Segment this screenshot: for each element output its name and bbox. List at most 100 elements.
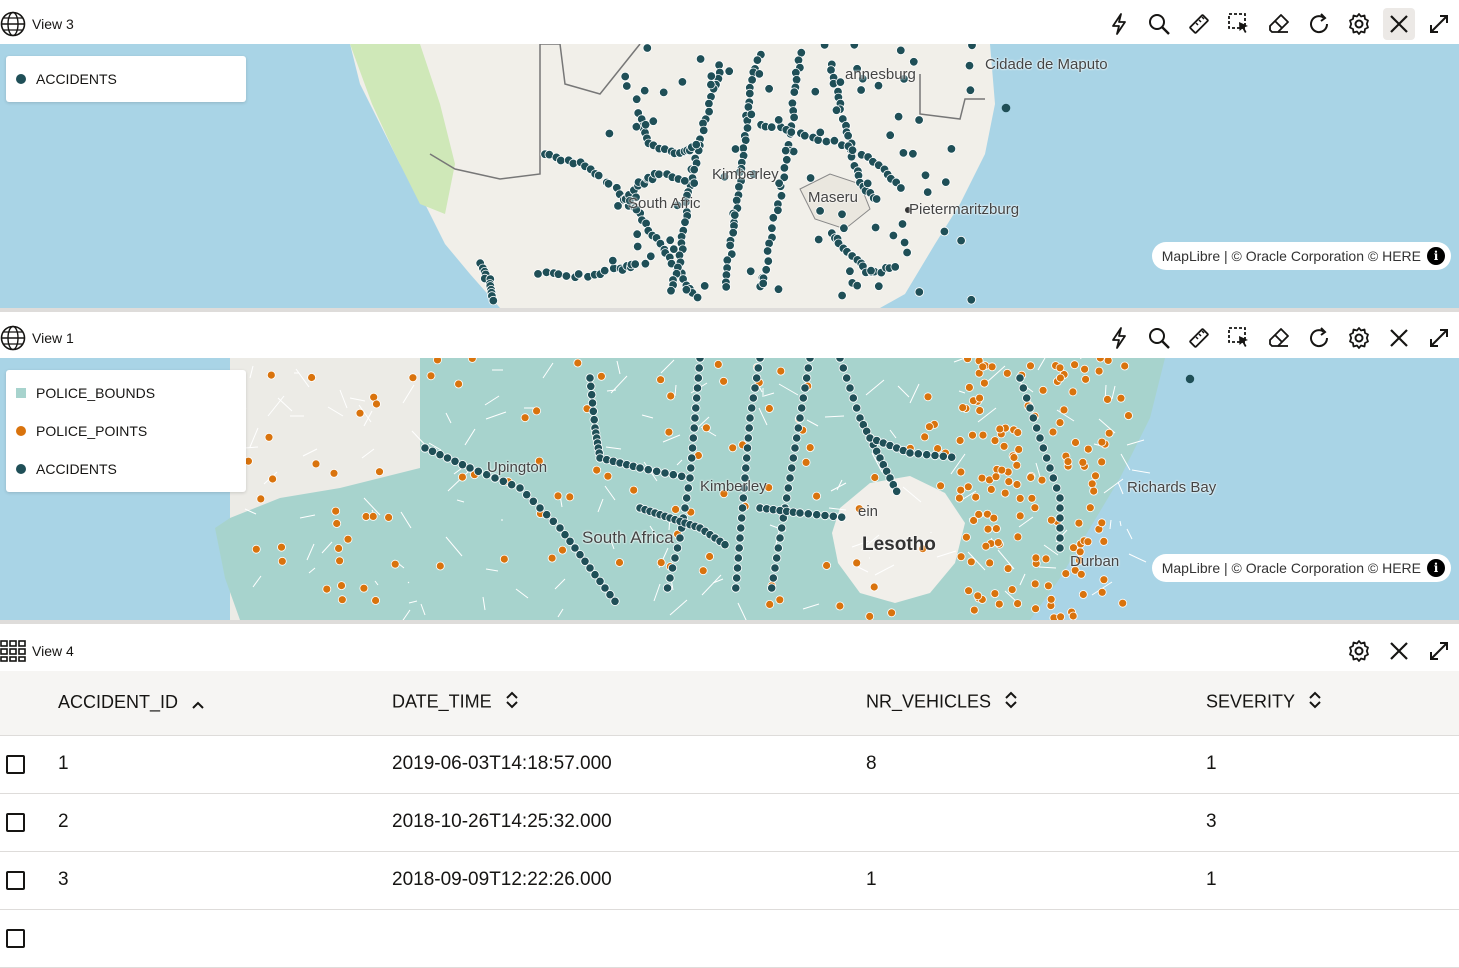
- column-header-severity[interactable]: SEVERITY: [1206, 671, 1459, 736]
- table-row[interactable]: 3 2018-09-09T12:22:26.000 1 1: [0, 851, 1459, 910]
- column-header-accident-id[interactable]: ACCIDENT_ID: [58, 671, 392, 736]
- police-point: [805, 443, 815, 452]
- accident-point: [677, 77, 688, 87]
- gear-button[interactable]: [1339, 318, 1379, 358]
- legend-item-accidents[interactable]: ACCIDENTS: [6, 60, 246, 98]
- lightning-button[interactable]: [1099, 318, 1139, 358]
- close-button[interactable]: [1379, 318, 1419, 358]
- legend-label: POLICE_POINTS: [36, 423, 148, 439]
- police-point: [1080, 364, 1089, 374]
- accident-point: [839, 223, 849, 233]
- sort-icon[interactable]: [1309, 691, 1321, 714]
- accident-point: [587, 398, 598, 408]
- info-icon[interactable]: i: [1427, 247, 1445, 265]
- close-button[interactable]: [1383, 8, 1415, 40]
- eraser-button[interactable]: [1259, 4, 1299, 44]
- lightning-button[interactable]: [1099, 4, 1139, 44]
- panel-divider[interactable]: [0, 620, 1459, 624]
- police-point: [457, 472, 467, 482]
- table-row[interactable]: 2 2018-10-26T14:25:32.000 3: [0, 793, 1459, 852]
- row-checkbox[interactable]: [6, 870, 25, 890]
- accident-point: [786, 127, 797, 137]
- row-checkbox[interactable]: [6, 812, 25, 832]
- police-point: [1070, 360, 1079, 370]
- close-button[interactable]: [1379, 631, 1419, 671]
- info-icon[interactable]: i: [1427, 559, 1445, 577]
- table-row[interactable]: 1 2019-06-03T14:18:57.000 8 1: [0, 735, 1459, 794]
- accident-point: [938, 451, 948, 461]
- legend-item-police-points[interactable]: POLICE_POINTS: [6, 412, 246, 450]
- refresh-button[interactable]: [1299, 4, 1339, 44]
- view4-header: View 4: [0, 631, 1459, 671]
- accident-point: [731, 583, 741, 593]
- accident-point: [730, 144, 741, 154]
- city-label: Richards Bay: [1127, 479, 1217, 496]
- police-point: [1055, 418, 1065, 427]
- police-point: [1087, 479, 1097, 489]
- police-point: [1104, 428, 1114, 438]
- view1-map[interactable]: POLICE_BOUNDS POLICE_POINTS ACCIDENTS Ri…: [0, 358, 1459, 620]
- accident-point: [689, 178, 699, 188]
- accident-point: [736, 523, 746, 533]
- police-point: [553, 491, 563, 501]
- police-point: [1012, 480, 1022, 489]
- police-point: [1097, 457, 1107, 467]
- column-header-date-time[interactable]: DATE_TIME: [392, 671, 866, 736]
- gear-button[interactable]: [1339, 4, 1379, 44]
- police-point: [1078, 458, 1088, 467]
- search-button[interactable]: [1139, 4, 1179, 44]
- legend-item-police-bounds[interactable]: POLICE_BOUNDS: [6, 374, 246, 412]
- accident-point: [767, 223, 777, 233]
- panel-divider[interactable]: [0, 308, 1459, 312]
- gear-button[interactable]: [1339, 631, 1379, 671]
- accident-point: [646, 251, 656, 262]
- view3-map[interactable]: ACCIDENTS Cidade de Maputo annesburg Kim…: [0, 44, 1459, 308]
- accident-point: [828, 511, 838, 521]
- sort-icon[interactable]: [505, 691, 518, 714]
- accident-point: [742, 453, 752, 463]
- police-point: [994, 599, 1004, 609]
- ruler-button[interactable]: [1179, 4, 1219, 44]
- accident-point: [1018, 383, 1028, 393]
- sort-icon[interactable]: [1005, 691, 1017, 714]
- sort-ascending-icon[interactable]: [192, 693, 204, 714]
- police-point: [1120, 361, 1130, 371]
- city-label: Maseru: [808, 189, 859, 206]
- accident-point: [845, 266, 855, 276]
- row-checkbox[interactable]: [6, 928, 25, 948]
- select-region-button[interactable]: [1219, 318, 1259, 358]
- table-row[interactable]: [0, 909, 1459, 968]
- view4-panel: View 4 ACCIDENT_ID DATE_TIME NR_VEHICLES…: [0, 631, 1459, 968]
- police-point: [702, 423, 711, 433]
- police-point: [1059, 405, 1069, 415]
- police-point: [968, 430, 977, 440]
- expand-button[interactable]: [1419, 4, 1459, 44]
- accident-point: [542, 510, 552, 520]
- police-point: [277, 556, 287, 566]
- ruler-button[interactable]: [1179, 318, 1219, 358]
- column-header-nr-vehicles[interactable]: NR_VEHICLES: [866, 671, 1206, 736]
- refresh-button[interactable]: [1299, 318, 1339, 358]
- row-checkbox[interactable]: [6, 754, 25, 774]
- police-point: [1009, 453, 1019, 462]
- police-point: [983, 524, 993, 534]
- eraser-button[interactable]: [1259, 318, 1299, 358]
- expand-icon: [1430, 15, 1448, 33]
- accident-point: [753, 363, 763, 373]
- accident-point: [1185, 374, 1195, 384]
- police-point: [372, 399, 381, 409]
- accident-point: [752, 373, 762, 383]
- select-region-button[interactable]: [1219, 4, 1259, 44]
- search-button[interactable]: [1139, 318, 1179, 358]
- accident-point: [689, 164, 699, 175]
- accident-point: [909, 57, 919, 67]
- police-point: [334, 543, 344, 553]
- expand-button[interactable]: [1419, 318, 1459, 358]
- legend-item-accidents[interactable]: ACCIDENTS: [6, 450, 246, 488]
- police-point: [719, 376, 728, 386]
- expand-button[interactable]: [1419, 631, 1459, 671]
- accident-point: [870, 222, 881, 233]
- accident-point: [939, 226, 950, 237]
- accident-point: [733, 553, 743, 563]
- view3-panel: View 3 ACCIDENTS Cidade de Maputo annesb…: [0, 4, 1459, 308]
